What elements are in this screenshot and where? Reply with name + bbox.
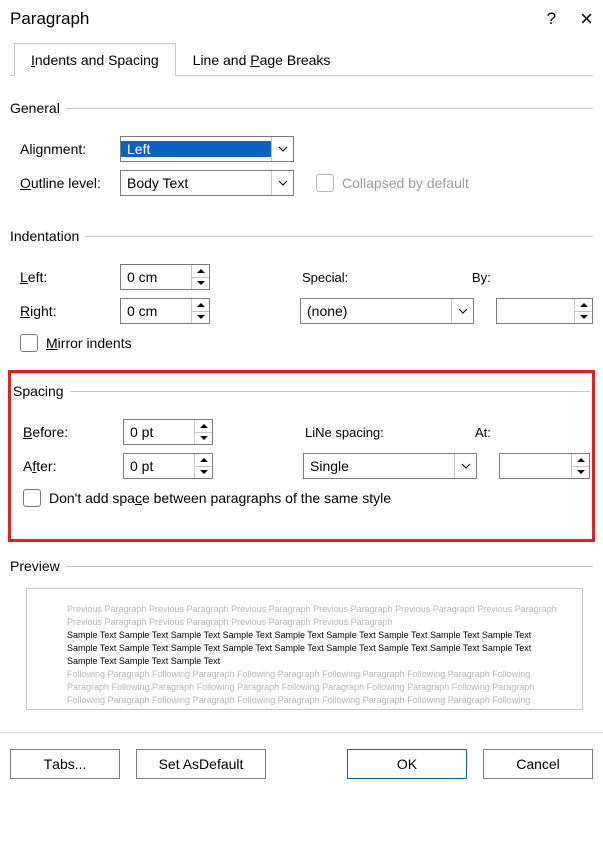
caret-up-icon[interactable] bbox=[195, 454, 212, 467]
help-button[interactable]: ? bbox=[547, 9, 556, 29]
no-space-same-style-checkbox[interactable] bbox=[23, 489, 41, 507]
ok-button[interactable]: OK bbox=[347, 749, 467, 779]
caret-up-icon[interactable] bbox=[572, 454, 589, 467]
caret-up-icon[interactable] bbox=[575, 299, 592, 312]
chevron-down-icon bbox=[271, 137, 293, 161]
outline-level-combo[interactable]: Body Text bbox=[120, 170, 294, 196]
alignment-combo[interactable]: Left bbox=[120, 136, 294, 162]
preview-previous-text: Previous Paragraph Previous Paragraph Pr… bbox=[67, 603, 562, 629]
label-collapsed: Collapsed by default bbox=[342, 175, 469, 191]
special-combo[interactable]: (none) bbox=[300, 298, 474, 324]
caret-down-icon[interactable] bbox=[575, 312, 592, 324]
caret-down-icon[interactable] bbox=[192, 278, 209, 290]
label-line-spacing: LiNe spacing: bbox=[303, 425, 473, 440]
dialog-footer: Tabs... Set As Default OK Cancel bbox=[0, 732, 603, 779]
indent-right-spinner[interactable]: 0 cm bbox=[120, 298, 210, 324]
mirror-indents-checkbox[interactable] bbox=[20, 334, 38, 352]
preview-box: Previous Paragraph Previous Paragraph Pr… bbox=[26, 588, 583, 710]
preview-following-text: Following Paragraph Following Paragraph … bbox=[67, 668, 562, 710]
caret-down-icon[interactable] bbox=[195, 467, 212, 479]
label-before: Before: bbox=[13, 424, 123, 440]
label-special: Special: bbox=[300, 270, 470, 285]
titlebar: Paragraph ? × bbox=[0, 0, 603, 42]
caret-up-icon[interactable] bbox=[192, 299, 209, 312]
label-no-space-same-style: Don't add space between paragraphs of th… bbox=[49, 490, 391, 506]
caret-down-icon[interactable] bbox=[192, 312, 209, 324]
group-spacing: Spacing Before: 0 pt LiNe spacing: At: A… bbox=[13, 383, 590, 515]
set-default-button[interactable]: Set As Default bbox=[136, 749, 266, 779]
indent-left-spinner[interactable]: 0 cm bbox=[120, 264, 210, 290]
caret-down-icon[interactable] bbox=[572, 467, 589, 479]
chevron-down-icon bbox=[271, 171, 293, 195]
label-indent-left: Left: bbox=[10, 269, 120, 285]
group-general: General Alignment: Left Outline level: B… bbox=[10, 100, 593, 210]
line-spacing-combo[interactable]: Single bbox=[303, 453, 477, 479]
after-spinner[interactable]: 0 pt bbox=[123, 453, 213, 479]
label-outline-level: Outline level: bbox=[10, 175, 120, 191]
label-indent-right: Right: bbox=[10, 303, 120, 319]
spacing-highlight-box: Spacing Before: 0 pt LiNe spacing: At: A… bbox=[8, 370, 595, 542]
chevron-down-icon bbox=[451, 299, 473, 323]
label-by: By: bbox=[470, 270, 491, 285]
before-spinner[interactable]: 0 pt bbox=[123, 419, 213, 445]
group-preview: Preview Previous Paragraph Previous Para… bbox=[10, 558, 593, 718]
label-after: After: bbox=[13, 458, 123, 474]
caret-up-icon[interactable] bbox=[195, 420, 212, 433]
legend-indentation: Indentation bbox=[10, 228, 85, 244]
tab-indents-spacing[interactable]: Indents and Spacing bbox=[14, 43, 176, 76]
collapsed-checkbox bbox=[316, 174, 334, 192]
caret-up-icon[interactable] bbox=[192, 265, 209, 278]
close-button[interactable]: × bbox=[580, 6, 593, 32]
by-spinner[interactable] bbox=[496, 298, 593, 324]
at-spinner[interactable] bbox=[499, 453, 590, 479]
label-alignment: Alignment: bbox=[10, 141, 120, 157]
dialog-title: Paragraph bbox=[10, 9, 547, 29]
legend-preview: Preview bbox=[10, 558, 66, 574]
cancel-button[interactable]: Cancel bbox=[483, 749, 593, 779]
caret-down-icon[interactable] bbox=[195, 433, 212, 445]
legend-general: General bbox=[10, 100, 66, 116]
label-mirror-indents: Mirror indents bbox=[46, 335, 132, 351]
tab-line-page-breaks[interactable]: Line and Page Breaks bbox=[176, 43, 348, 76]
group-indentation: Indentation Left: 0 cm Special: By: Righ… bbox=[10, 228, 593, 360]
chevron-down-icon bbox=[454, 454, 476, 478]
legend-spacing: Spacing bbox=[13, 383, 70, 399]
tabs-button[interactable]: Tabs... bbox=[10, 749, 120, 779]
label-at: At: bbox=[473, 425, 491, 440]
preview-sample-text: Sample Text Sample Text Sample Text Samp… bbox=[67, 629, 562, 668]
tab-strip: Indents and Spacing Line and Page Breaks bbox=[10, 42, 593, 76]
